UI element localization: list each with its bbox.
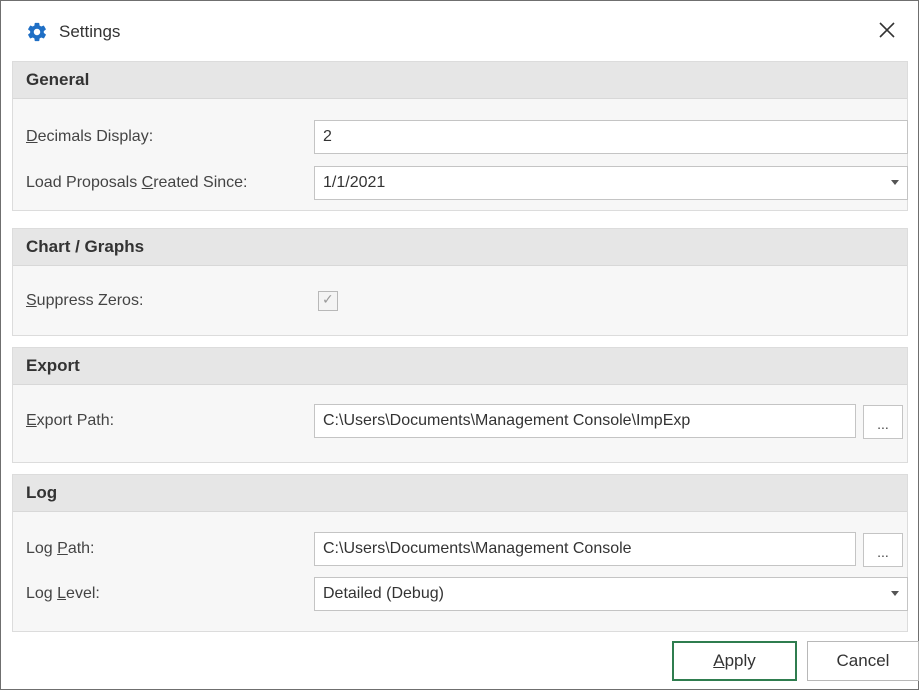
row-decimals-display: Decimals Display: 2 [13, 120, 908, 154]
label-mnemonic: C [141, 174, 154, 191]
row-log-level: Log Level: Detailed (Debug) [13, 577, 908, 611]
close-icon [878, 21, 896, 44]
label-text: Log [26, 585, 58, 602]
label-text: Load Proposals [26, 174, 142, 191]
cancel-button[interactable]: Cancel [807, 641, 919, 681]
log-path-browse-button[interactable]: ... [863, 533, 903, 567]
log-path-input[interactable]: C:\Users\Documents\Management Console [314, 532, 856, 566]
decimals-display-input[interactable]: 2 [314, 120, 908, 154]
label-mnemonic: E [26, 412, 37, 429]
section-header-log: Log [13, 475, 907, 512]
dialog-title: Settings [59, 22, 121, 41]
button-mnemonic: A [713, 651, 725, 670]
label-text: xport Path: [36, 412, 115, 429]
checkmark-icon: ✓ [322, 291, 334, 307]
row-suppress-zeros: Suppress Zeros: ✓ [13, 284, 907, 318]
label-mnemonic: D [26, 128, 38, 145]
apply-button[interactable]: Apply [672, 641, 797, 681]
button-label: pply [724, 651, 756, 670]
chevron-down-icon[interactable] [891, 591, 899, 596]
log-level-label: Log Level: [26, 577, 100, 611]
label-mnemonic: L [57, 585, 67, 602]
section-log: Log Log Path: C:\Users\Documents\Managem… [12, 474, 908, 632]
label-text: reated Since: [153, 174, 248, 191]
label-text: ecimals Display: [37, 128, 154, 145]
section-export: Export Export Path: C:\Users\Documents\M… [12, 347, 908, 463]
gear-icon [26, 21, 48, 43]
load-proposals-since-date-picker[interactable]: 1/1/2021 [314, 166, 908, 200]
log-path-label: Log Path: [26, 532, 95, 566]
close-button[interactable] [867, 13, 907, 51]
label-text: Log [26, 540, 58, 557]
label-mnemonic: P [57, 540, 68, 557]
export-path-browse-button[interactable]: ... [863, 405, 903, 439]
suppress-zeros-checkbox[interactable]: ✓ [318, 291, 338, 311]
label-text: ath: [67, 540, 95, 557]
row-export-path: Export Path: C:\Users\Documents\Manageme… [13, 404, 907, 439]
export-path-input[interactable]: C:\Users\Documents\Management Console\Im… [314, 404, 856, 438]
log-level-value: Detailed (Debug) [323, 585, 444, 602]
date-value: 1/1/2021 [323, 174, 386, 191]
label-text: evel: [66, 585, 100, 602]
section-chart-graphs: Chart / Graphs Suppress Zeros: ✓ [12, 228, 908, 336]
log-level-dropdown[interactable]: Detailed (Debug) [314, 577, 908, 611]
section-header-general: General [13, 62, 907, 99]
load-proposals-since-label: Load Proposals Created Since: [26, 166, 247, 200]
label-mnemonic: S [26, 292, 37, 309]
section-header-export: Export [13, 348, 907, 385]
label-text: uppress Zeros: [36, 292, 144, 309]
row-load-proposals-since: Load Proposals Created Since: 1/1/2021 [13, 166, 908, 200]
suppress-zeros-label: Suppress Zeros: [26, 284, 143, 318]
row-log-path: Log Path: C:\Users\Documents\Management … [13, 532, 907, 567]
export-path-label: Export Path: [26, 404, 114, 438]
chevron-down-icon[interactable] [891, 180, 899, 185]
section-general: General Decimals Display: 2 Load Proposa… [12, 61, 908, 211]
settings-dialog: Settings General Decimals Display: 2 Loa… [0, 0, 919, 690]
decimals-display-label: Decimals Display: [26, 120, 153, 154]
title-bar: Settings [1, 1, 918, 59]
section-header-chart-graphs: Chart / Graphs [13, 229, 907, 266]
